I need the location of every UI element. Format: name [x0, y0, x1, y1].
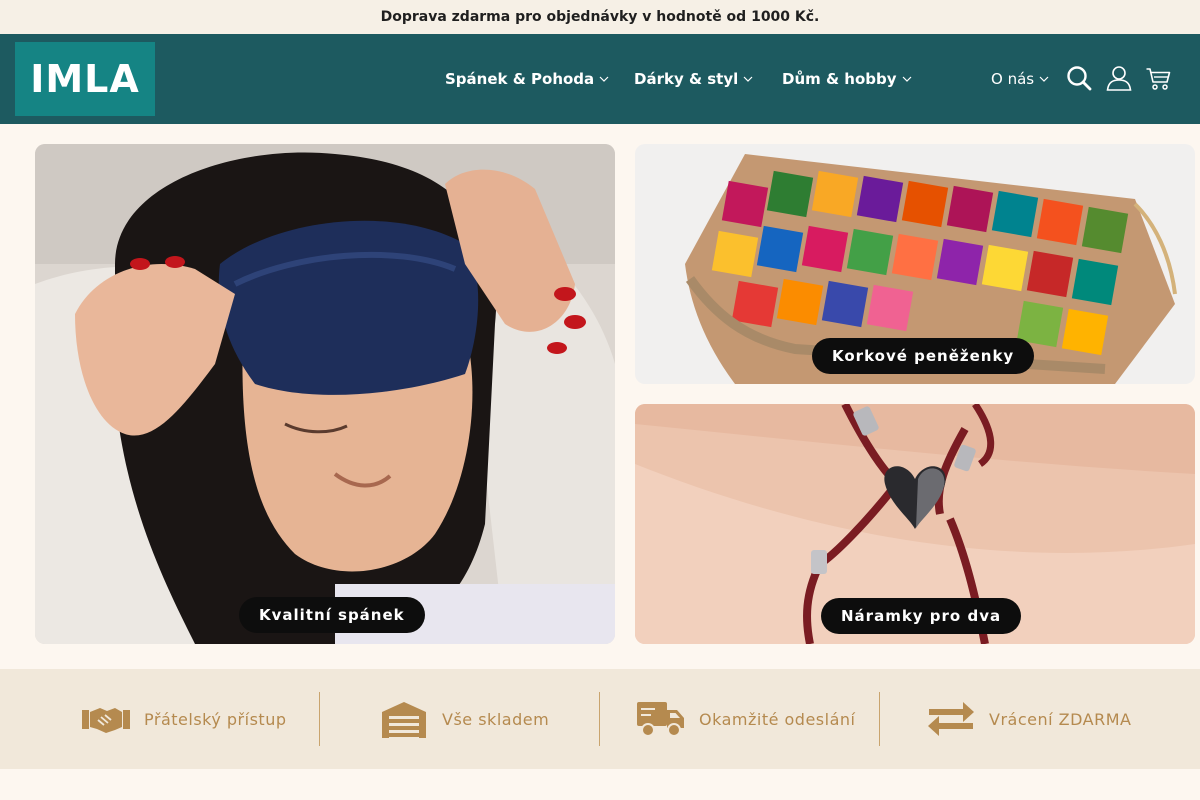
site-logo[interactable]: IMLA	[15, 42, 155, 116]
category-tile-sleep[interactable]: Kvalitní spánek	[35, 144, 615, 644]
divider	[319, 692, 320, 746]
chevron-down-icon	[1039, 76, 1049, 82]
feature-label: Vše skladem	[442, 709, 550, 729]
tile-label: Korkové peněženky	[812, 338, 1035, 374]
chevron-down-icon	[599, 76, 609, 82]
nav-item-dum-hobby[interactable]: Dům & hobby	[782, 34, 913, 124]
nav-label: Spánek & Pohoda	[445, 70, 595, 88]
cart-icon[interactable]	[1145, 64, 1173, 92]
category-tile-wallets[interactable]: Korkové peněženky	[635, 144, 1195, 384]
truck-icon	[637, 702, 684, 737]
handshake-icon	[82, 708, 130, 733]
divider	[879, 692, 880, 746]
nav-item-darky-styl[interactable]: Dárky & styl	[634, 34, 754, 124]
nav-item-o-nas[interactable]: O nás	[991, 34, 1050, 124]
site-header: IMLA Spánek & Pohoda Dárky & styl Dům & …	[0, 34, 1200, 124]
exchange-icon	[928, 702, 974, 736]
feature-returns: Vrácení ZDARMA	[927, 669, 1131, 769]
features-strip: Přátelský přístup Vše skladem Okamžité o…	[0, 669, 1200, 769]
nav-item-spanek-pohoda[interactable]: Spánek & Pohoda	[445, 34, 610, 124]
feature-label: Přátelský přístup	[144, 709, 287, 729]
announcement-bar: Doprava zdarma pro objednávky v hodnotě …	[0, 0, 1200, 34]
announcement-text: Doprava zdarma pro objednávky v hodnotě …	[380, 9, 820, 25]
chevron-down-icon	[902, 76, 911, 82]
nav-label: O nás	[991, 70, 1035, 88]
feature-friendly: Přátelský přístup	[82, 669, 286, 769]
divider	[599, 692, 600, 746]
sleep-mask-image	[35, 144, 615, 644]
user-icon[interactable]	[1105, 64, 1133, 92]
tile-label: Kvalitní spánek	[239, 597, 425, 633]
tile-label: Náramky pro dva	[821, 598, 1022, 634]
search-icon[interactable]	[1065, 64, 1093, 92]
nav-label: Dárky & styl	[634, 70, 739, 88]
feature-shipping: Okamžité odeslání	[637, 669, 855, 769]
feature-label: Vrácení ZDARMA	[989, 709, 1132, 729]
feature-stock: Vše skladem	[380, 669, 549, 769]
chevron-down-icon	[743, 76, 753, 82]
nav-label: Dům & hobby	[782, 70, 897, 88]
logo-text: IMLA	[30, 57, 140, 101]
category-tile-bracelets[interactable]: Náramky pro dva	[635, 404, 1195, 644]
warehouse-icon	[382, 702, 426, 738]
feature-label: Okamžité odeslání	[699, 709, 856, 729]
